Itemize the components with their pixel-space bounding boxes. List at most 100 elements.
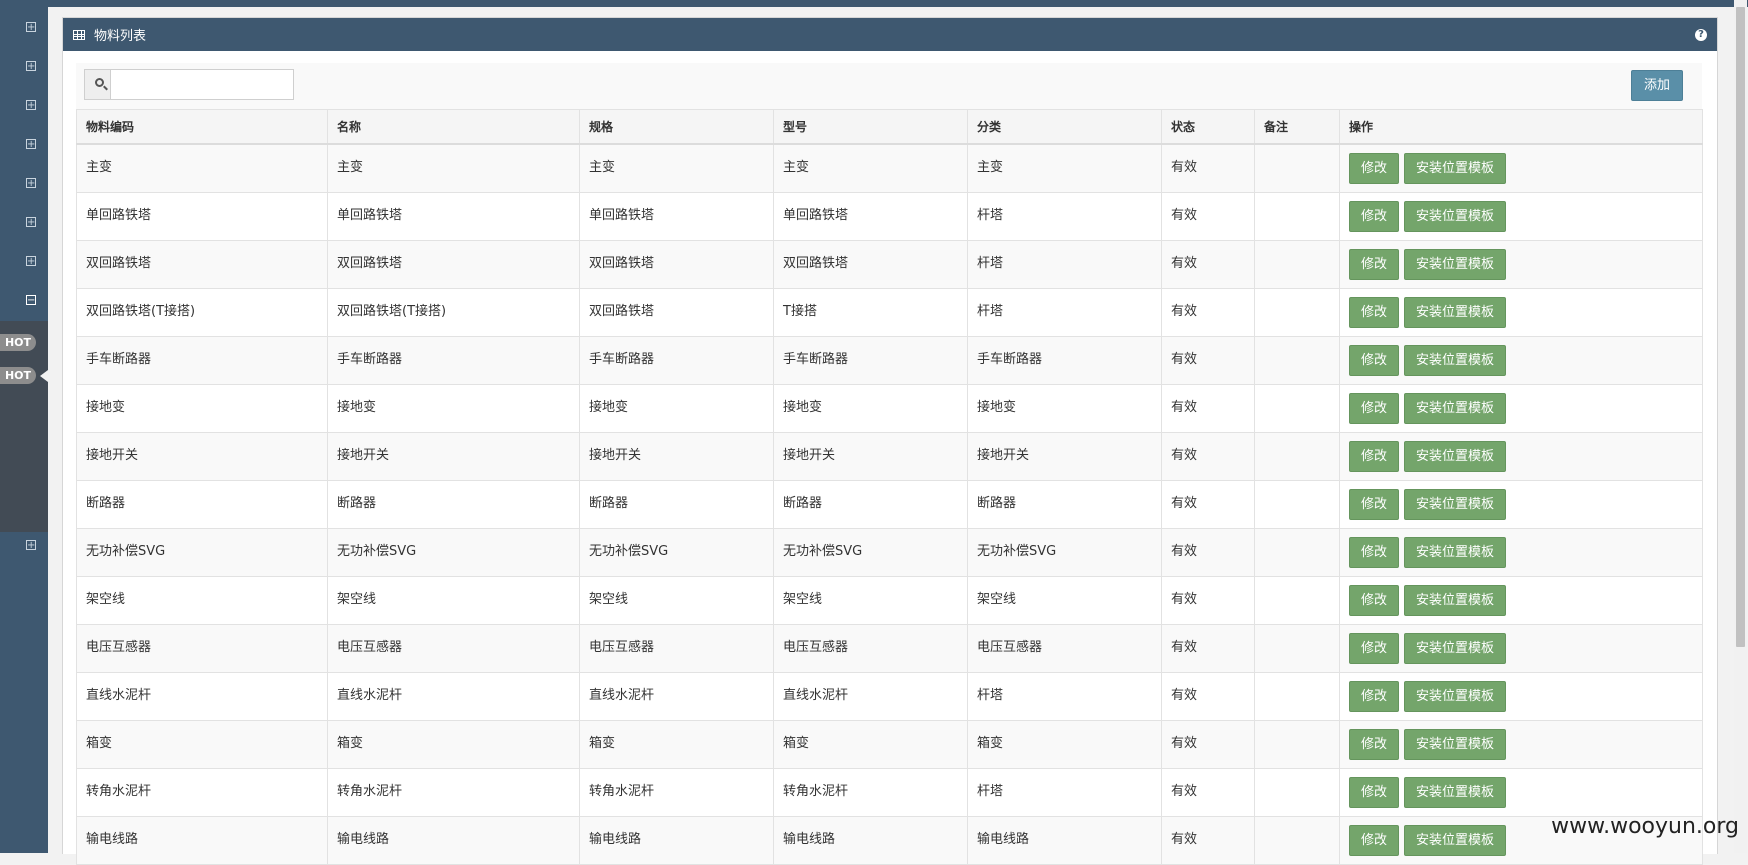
table-cell: 手车断路器 xyxy=(327,335,580,385)
panel-header: 物料列表 ? xyxy=(63,18,1717,51)
table-cell: 断路器 xyxy=(327,479,580,529)
install-position-template-button[interactable]: 安装位置模板 xyxy=(1404,728,1507,760)
table-cell: 主变 xyxy=(579,143,774,193)
install-position-template-button[interactable]: 安装位置模板 xyxy=(1404,392,1507,424)
expand-icon[interactable]: + xyxy=(26,100,36,111)
add-button[interactable]: 添加 xyxy=(1631,70,1683,101)
table-row: 直线水泥杆 直线水泥杆 直线水泥杆 直线水泥杆 杆塔 有效 修改 安装位置模板 xyxy=(76,671,1703,721)
table-row: 单回路铁塔 单回路铁塔 单回路铁塔 单回路铁塔 杆塔 有效 修改 安装位置模板 xyxy=(76,191,1703,241)
table-cell: 单回路铁塔 xyxy=(579,191,774,241)
table-cell: 有效 xyxy=(1161,623,1255,673)
table-row: 接地开关 接地开关 接地开关 接地开关 接地开关 有效 修改 安装位置模板 xyxy=(76,431,1703,481)
edit-button[interactable]: 修改 xyxy=(1349,344,1400,376)
hot-badge[interactable]: HOT xyxy=(0,334,36,351)
actions-cell: 修改 安装位置模板 xyxy=(1339,767,1703,817)
collapse-icon[interactable]: − xyxy=(26,295,36,306)
install-position-template-button[interactable]: 安装位置模板 xyxy=(1404,248,1507,280)
table-cell: 架空线 xyxy=(967,575,1162,625)
install-position-template-button[interactable]: 安装位置模板 xyxy=(1404,153,1507,184)
edit-button[interactable]: 修改 xyxy=(1349,153,1400,184)
column-header: 名称 xyxy=(327,109,580,145)
table-cell: 接地变 xyxy=(579,383,774,433)
edit-button[interactable]: 修改 xyxy=(1349,248,1400,280)
table-cell: 有效 xyxy=(1161,191,1255,241)
table-cell: 输电线路 xyxy=(579,815,774,865)
table-cell: 转角水泥杆 xyxy=(773,767,968,817)
edit-button[interactable]: 修改 xyxy=(1349,296,1400,328)
material-list-panel: 物料列表 ? 添加 物料编码 名称 规格 型号 分类 状态 备注 操作 主变 主变 主变 主变 主变有… xyxy=(62,17,1718,865)
table-cell: 转角水泥杆 xyxy=(579,767,774,817)
table-cell xyxy=(1254,767,1340,817)
material-table: 物料编码 名称 规格 型号 分类 状态 备注 操作 主变 主变 主变 主变 主变 有效 修改 安装位置模板单… xyxy=(76,109,1703,865)
install-position-template-button[interactable]: 安装位置模板 xyxy=(1404,440,1507,472)
expand-icon[interactable]: + xyxy=(26,540,36,551)
table-cell: 架空线 xyxy=(579,575,774,625)
table-cell: 双回路铁塔 xyxy=(773,239,968,289)
install-position-template-button[interactable]: 安装位置模板 xyxy=(1404,536,1507,568)
expand-icon[interactable]: + xyxy=(26,217,36,228)
table-cell: 接地变 xyxy=(76,383,328,433)
actions-cell: 修改 安装位置模板 xyxy=(1339,719,1703,769)
table-cell: 架空线 xyxy=(773,575,968,625)
table-cell: 电压互感器 xyxy=(773,623,968,673)
table-cell: 有效 xyxy=(1161,431,1255,481)
table-cell: 主变 xyxy=(773,143,968,193)
table-row: 接地变 接地变 接地变 接地变 接地变 有效 修改 安装位置模板 xyxy=(76,383,1703,433)
edit-button[interactable]: 修改 xyxy=(1349,488,1400,520)
expand-icon[interactable]: + xyxy=(26,139,36,150)
edit-button[interactable]: 修改 xyxy=(1349,632,1400,664)
install-position-template-button[interactable]: 安装位置模板 xyxy=(1404,488,1507,520)
table-cell: 无功补偿SVG xyxy=(967,527,1162,577)
table-cell: 单回路铁塔 xyxy=(76,191,328,241)
table-cell xyxy=(1254,719,1340,769)
edit-button[interactable]: 修改 xyxy=(1349,680,1400,712)
edit-button[interactable]: 修改 xyxy=(1349,584,1400,616)
install-position-template-button[interactable]: 安装位置模板 xyxy=(1404,776,1507,808)
expand-icon[interactable]: + xyxy=(26,61,36,72)
table-cell: 直线水泥杆 xyxy=(579,671,774,721)
watermark: www.wooyun.org xyxy=(1551,814,1739,839)
table-cell xyxy=(1254,143,1340,193)
table-cell: 无功补偿SVG xyxy=(327,527,580,577)
install-position-template-button[interactable]: 安装位置模板 xyxy=(1404,296,1507,328)
install-position-template-button[interactable]: 安装位置模板 xyxy=(1404,584,1507,616)
install-position-template-button[interactable]: 安装位置模板 xyxy=(1404,632,1507,664)
edit-button[interactable]: 修改 xyxy=(1349,536,1400,568)
table-row: 输电线路 输电线路 输电线路 输电线路 输电线路 有效 修改 安装位置模板 xyxy=(76,815,1703,865)
top-bar xyxy=(48,0,1748,7)
expand-icon[interactable]: + xyxy=(26,178,36,189)
table-cell: 主变 xyxy=(967,143,1162,193)
scrollbar-thumb[interactable] xyxy=(1736,7,1745,647)
table-cell: 双回路铁塔 xyxy=(579,239,774,289)
table-cell: 有效 xyxy=(1161,383,1255,433)
edit-button[interactable]: 修改 xyxy=(1349,728,1400,760)
table-cell: 无功补偿SVG xyxy=(579,527,774,577)
install-position-template-button[interactable]: 安装位置模板 xyxy=(1404,344,1507,376)
install-position-template-button[interactable]: 安装位置模板 xyxy=(1404,824,1507,856)
actions-cell: 修改 安装位置模板 xyxy=(1339,143,1703,193)
install-position-template-button[interactable]: 安装位置模板 xyxy=(1404,680,1507,712)
hot-badge[interactable]: HOT xyxy=(0,367,36,384)
edit-button[interactable]: 修改 xyxy=(1349,392,1400,424)
table-cell: 箱变 xyxy=(773,719,968,769)
install-position-template-button[interactable]: 安装位置模板 xyxy=(1404,200,1507,232)
edit-button[interactable]: 修改 xyxy=(1349,440,1400,472)
scrollbar[interactable] xyxy=(1734,0,1747,853)
table-cell: 有效 xyxy=(1161,719,1255,769)
column-header: 备注 xyxy=(1254,109,1340,145)
table-cell xyxy=(1254,623,1340,673)
table-cell: 有效 xyxy=(1161,671,1255,721)
table-cell: 手车断路器 xyxy=(967,335,1162,385)
edit-button[interactable]: 修改 xyxy=(1349,200,1400,232)
search-input[interactable] xyxy=(111,70,293,99)
edit-button[interactable]: 修改 xyxy=(1349,776,1400,808)
sidebar-submenu xyxy=(0,321,48,532)
expand-icon[interactable]: + xyxy=(26,256,36,267)
help-icon[interactable]: ? xyxy=(1695,29,1707,41)
table-cell: 双回路铁塔 xyxy=(579,287,774,337)
table-cell: 杆塔 xyxy=(967,239,1162,289)
actions-cell: 修改 安装位置模板 xyxy=(1339,527,1703,577)
expand-icon[interactable]: + xyxy=(26,22,36,33)
table-cell: 手车断路器 xyxy=(579,335,774,385)
edit-button[interactable]: 修改 xyxy=(1349,824,1400,856)
